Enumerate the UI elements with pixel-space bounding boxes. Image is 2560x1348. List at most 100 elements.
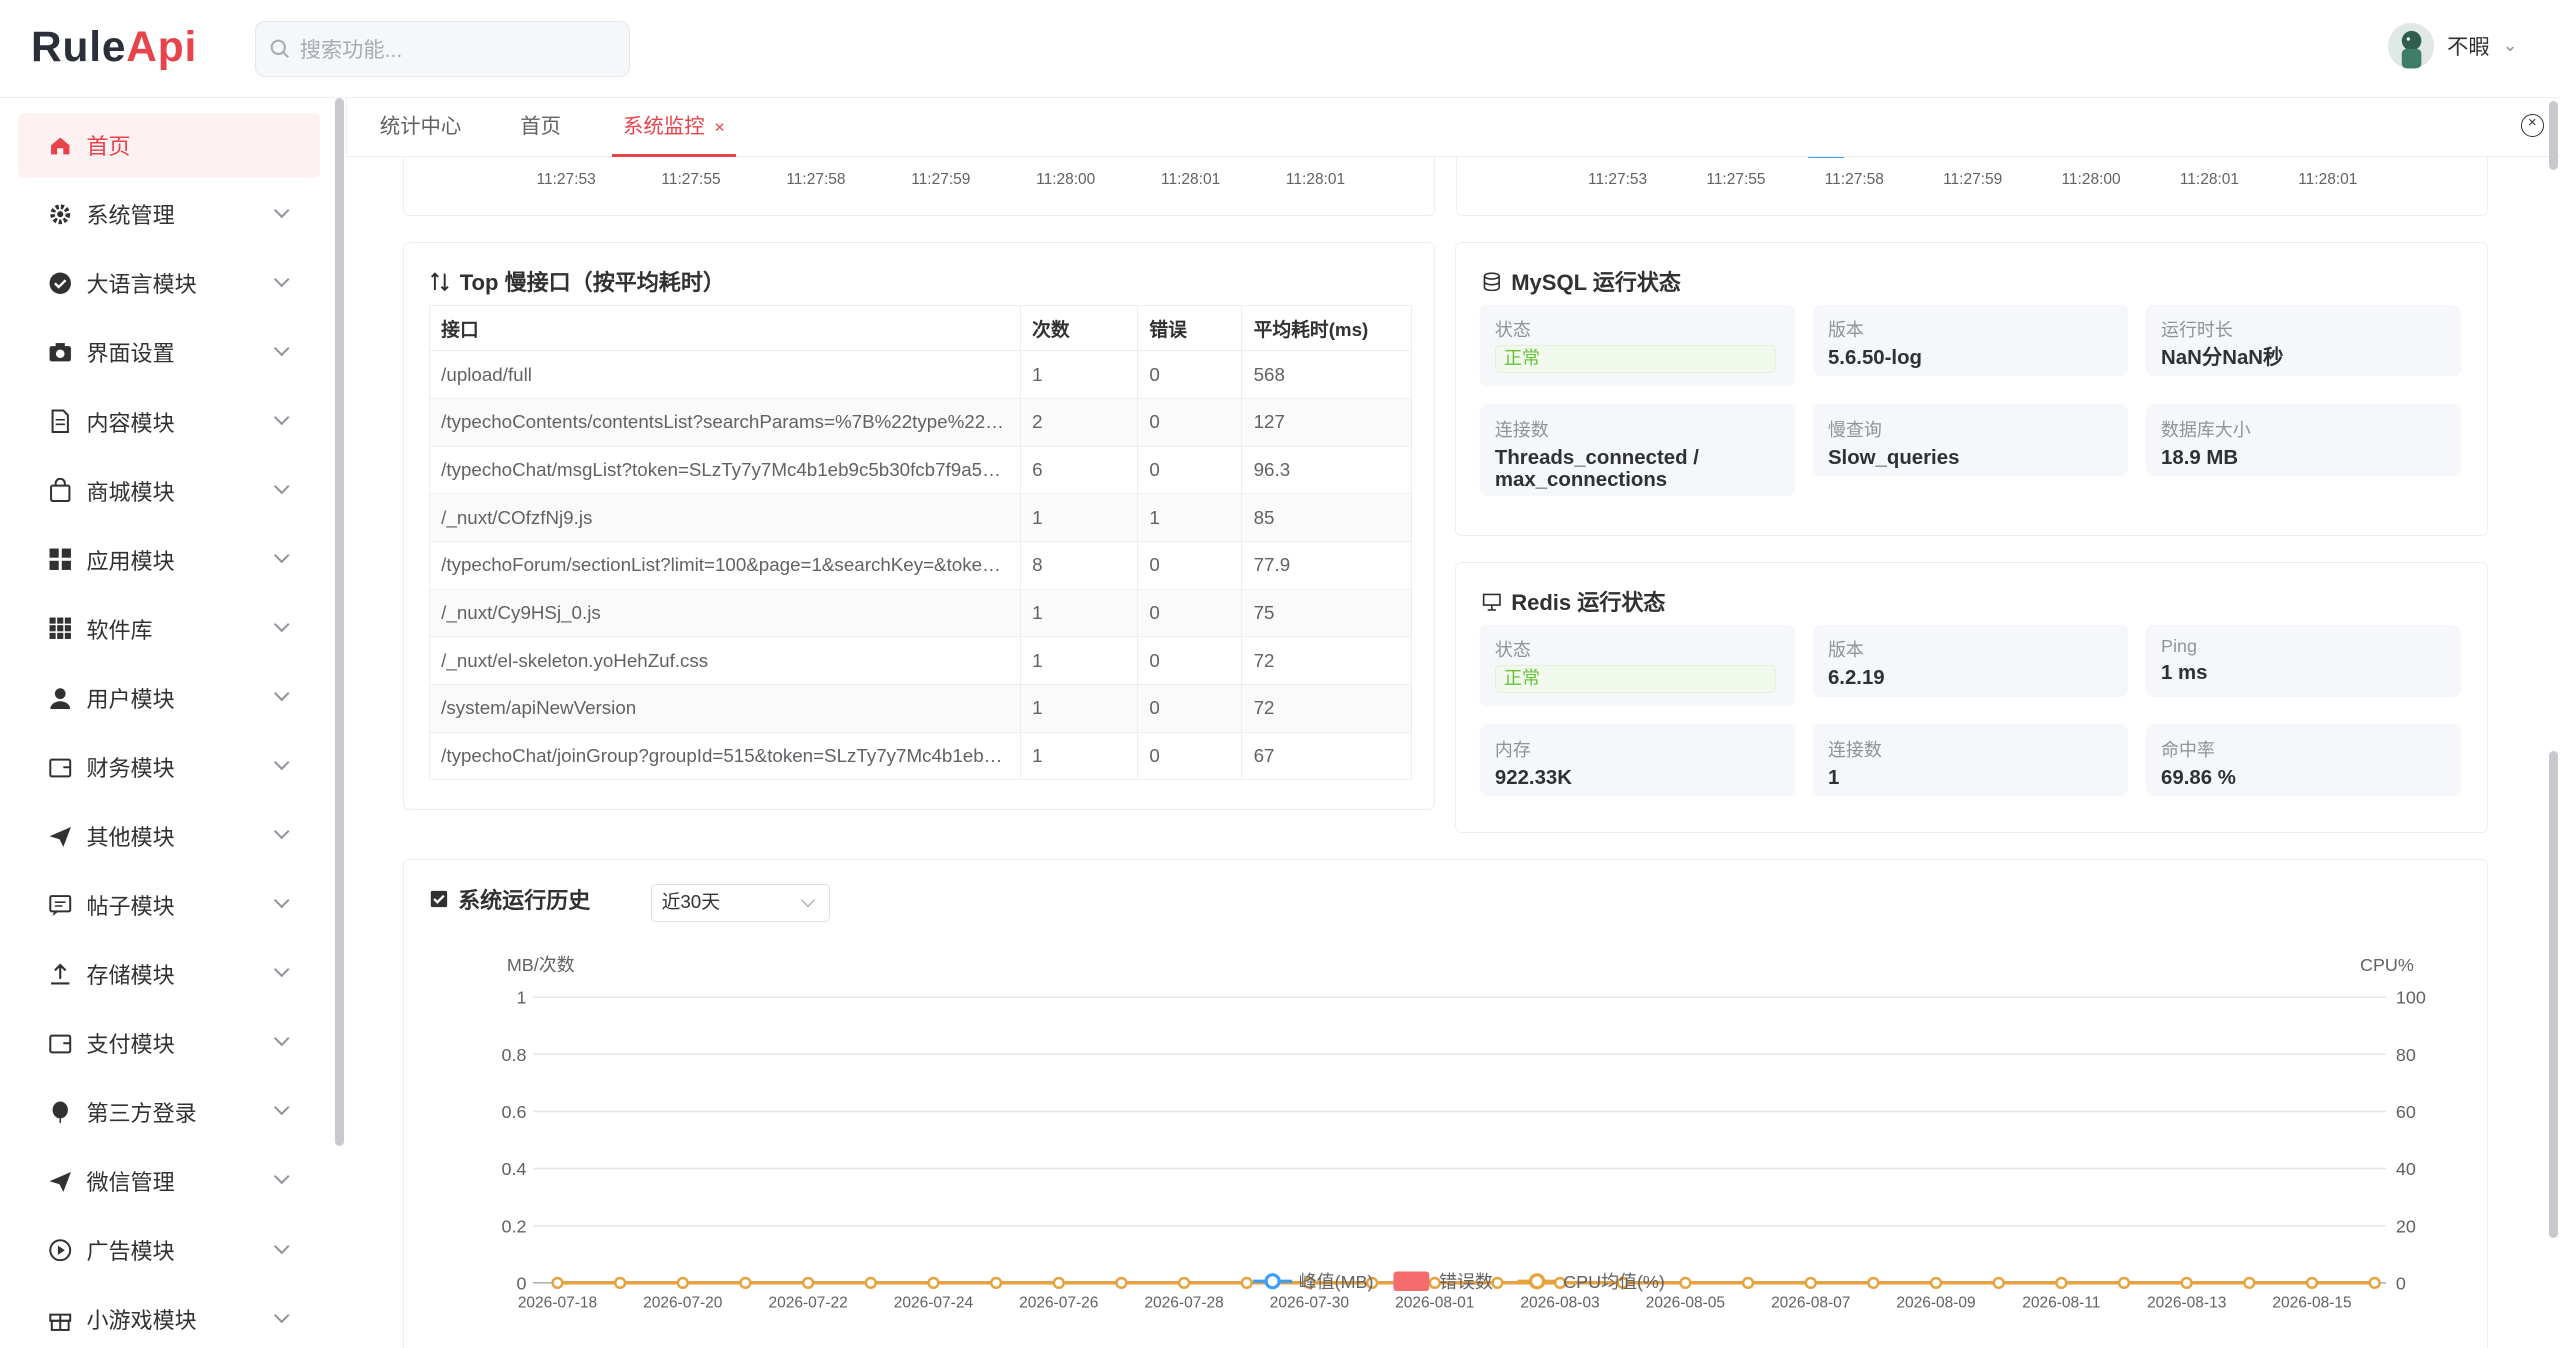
y2-tick-label: 20	[2396, 1216, 2416, 1236]
y2-tick-label: 0	[2396, 1273, 2406, 1293]
page-scrollbar[interactable]	[2548, 751, 2559, 1238]
data-point	[2180, 1276, 2194, 1289]
sidebar-item-14[interactable]: 第三方登录	[18, 1080, 320, 1145]
user-menu[interactable]: 不暇 ⌄	[2388, 22, 2518, 69]
chart-x-tick: 11:28:01	[2298, 170, 2358, 188]
data-point	[2055, 1276, 2068, 1289]
x-tick-label: 2026-08-07	[1771, 1294, 1850, 1311]
table-cell: 1	[1020, 493, 1138, 543]
table-cell: 72	[1241, 684, 1412, 733]
table-row[interactable]: /typechoContents/contentsList?searchPara…	[429, 398, 1412, 447]
table-row[interactable]: /_nuxt/COfzfNj9.js 1 1 85	[429, 493, 1412, 543]
column-header[interactable]: 次数	[1020, 305, 1138, 352]
data-point	[1804, 1276, 1818, 1289]
x-tick-label: 2026-08-11	[2023, 1294, 2101, 1311]
sidebar-item-11[interactable]: 帖子模块	[18, 872, 320, 937]
table-row[interactable]: /typechoChat/msgList?token=SLzTy7y7Mc4b1…	[429, 446, 1412, 495]
table-row[interactable]: /typechoForum/sectionList?limit=100&page…	[429, 541, 1412, 590]
sidebar-item-label: 应用模块	[86, 548, 175, 574]
y2-tick-label: 40	[2396, 1159, 2416, 1179]
camera-icon	[47, 339, 73, 365]
table-cell: 8	[1020, 541, 1138, 590]
chevron-down-icon	[273, 685, 290, 702]
sidebar-item-15[interactable]: 微信管理	[18, 1149, 320, 1214]
status-badge: 正常	[1494, 665, 1776, 694]
x-tick-label: 2026-08-15	[2273, 1294, 2352, 1311]
table-cell: 67	[1241, 732, 1412, 781]
sidebar-item-7[interactable]: 软件库	[18, 596, 320, 661]
sidebar-item-10[interactable]: 其他模块	[18, 803, 320, 868]
tab-stats-center[interactable]: 统计中心	[380, 98, 462, 157]
table-cell: 77.9	[1241, 541, 1412, 590]
sidebar-item-label: 支付模块	[86, 1032, 175, 1058]
column-header[interactable]: 错误	[1137, 305, 1243, 352]
sidebar-item-label: 系统管理	[86, 203, 175, 229]
sidebar-item-2[interactable]: 大语言模块	[18, 251, 320, 316]
tab-close-icon[interactable]: ×	[714, 117, 724, 137]
gear-icon	[47, 201, 73, 227]
close-all-tabs-icon[interactable]: ×	[2520, 114, 2544, 138]
chart-x-tick: 11:27:59	[911, 170, 971, 188]
chevron-down-icon	[273, 1169, 290, 1186]
table-row[interactable]: /typechoChat/joinGroup?groupId=515&token…	[429, 732, 1412, 781]
table-cell: /_nuxt/COfzfNj9.js	[429, 493, 1021, 543]
sidebar-item-8[interactable]: 用户模块	[18, 665, 320, 730]
sidebar-item-17[interactable]: 小游戏模块	[18, 1287, 320, 1348]
sidebar-item-0[interactable]: 首页	[17, 112, 320, 178]
table-row[interactable]: /_nuxt/el-skeleton.yoHehZuf.css 1 0 72	[429, 636, 1412, 686]
chart-x-tick: 11:27:53	[1587, 170, 1648, 188]
x-tick-label: 2026-08-01	[1395, 1294, 1474, 1311]
x-tick-label: 2026-08-09	[1897, 1294, 1976, 1311]
sidebar-item-16[interactable]: 广告模块	[18, 1218, 320, 1283]
table-cell: 0	[1137, 446, 1243, 495]
sidebar-item-12[interactable]: 存储模块	[18, 941, 320, 1006]
table-cell: 2	[1020, 398, 1138, 447]
request-chart-card: 11:27:53 11:27:55 11:27:58 11:27:59 11:28:00…	[403, 156, 1436, 216]
sidebar-item-label: 广告模块	[86, 1239, 175, 1265]
page-scrollbar-top[interactable]	[2548, 101, 2559, 170]
tab-system-monitor[interactable]: 系统监控 ×	[611, 98, 737, 157]
sidebar-item-9[interactable]: 财务模块	[18, 734, 320, 799]
sidebar-item-1[interactable]: 系统管理	[18, 182, 320, 247]
chart-x-tick: 11:27:53	[536, 170, 596, 188]
table-cell: 0	[1137, 398, 1243, 447]
redis-version-stat: 版本 6.2.19	[1813, 624, 2129, 697]
app-logo[interactable]: RuleApi	[31, 23, 197, 71]
legend-label: 错误数	[1439, 1272, 1493, 1292]
chevron-down-icon	[273, 616, 290, 633]
balloon-icon	[47, 1099, 73, 1125]
mysql-uptime-stat: 运行时长 NaN分NaN秒	[2146, 304, 2462, 377]
data-point	[1679, 1276, 1692, 1289]
chevron-down-icon	[273, 961, 290, 979]
sidebar-item-6[interactable]: 应用模块	[18, 527, 320, 592]
table-row[interactable]: /_nuxt/Cy9HSj_0.js 1 0 75	[429, 589, 1412, 638]
send-icon	[47, 823, 73, 849]
upload-icon	[47, 961, 73, 987]
table-row[interactable]: /system/apiNewVersion 1 0 72	[429, 684, 1412, 733]
table-cell: 72	[1241, 636, 1412, 686]
x-tick-label: 2026-08-13	[2147, 1294, 2226, 1311]
data-point	[1491, 1276, 1504, 1289]
sidebar-scrollbar[interactable]	[334, 97, 345, 1147]
search-input[interactable]: 搜索功能...	[254, 21, 631, 77]
sidebar-item-3[interactable]: 界面设置	[18, 320, 320, 385]
chevron-down-icon	[273, 409, 290, 426]
tab-home[interactable]: 首页	[520, 98, 561, 157]
column-header[interactable]: 接口	[429, 305, 1021, 352]
sidebar: 首页系统管理大语言模块 界面设置 内容模块 商城模块应用模块软件库 用户模块 财务模块 其他…	[0, 97, 347, 1348]
column-header[interactable]: 平均耗时(ms)	[1241, 305, 1412, 352]
mysql-connections-stat: 连接数 Threads_connected / max_connections	[1480, 404, 1796, 496]
history-chart: 1 100 0.8 80 0.6 60 0.4 40 0.2 20 0 0 MB/次数 CPU% 2026-…	[502, 955, 2426, 1311]
chat-icon	[47, 892, 73, 918]
table-cell: 0	[1137, 589, 1243, 638]
table-row[interactable]: /upload/full 1 0 568	[429, 350, 1412, 400]
chart-x-tick: 11:28:00	[2061, 170, 2121, 188]
legend-marker	[1264, 1272, 1282, 1290]
chevron-down-icon	[273, 202, 290, 219]
chevron-down-icon	[273, 340, 290, 357]
sidebar-item-13[interactable]: 支付模块	[18, 1010, 320, 1075]
sidebar-item-5[interactable]: 商城模块	[18, 458, 320, 523]
send-icon	[47, 1168, 73, 1194]
sidebar-item-4[interactable]: 内容模块	[18, 389, 320, 454]
table-cell: 127	[1241, 398, 1412, 447]
